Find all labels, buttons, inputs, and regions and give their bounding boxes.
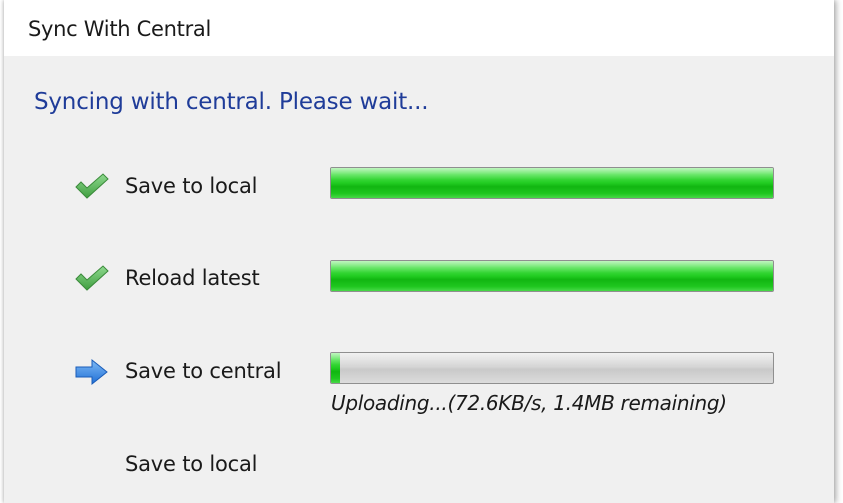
step-label-save-local: Save to local bbox=[125, 174, 258, 198]
progress-fill bbox=[331, 261, 773, 291]
step-label-save-local-pending: Save to local bbox=[125, 452, 258, 476]
upload-status-text: Uploading...(72.6KB/s, 1.4MB remaining) bbox=[331, 391, 727, 415]
check-icon bbox=[75, 265, 109, 291]
progress-fill bbox=[331, 353, 340, 383]
sync-dialog: Sync With Central Syncing with central. … bbox=[4, 0, 834, 503]
window-title: Sync With Central bbox=[28, 17, 212, 41]
step-label-save-central: Save to central bbox=[125, 359, 282, 383]
progress-fill bbox=[331, 168, 773, 198]
status-heading: Syncing with central. Please wait... bbox=[34, 89, 429, 115]
progress-bar-save-local bbox=[330, 167, 774, 199]
title-bar: Sync With Central bbox=[4, 0, 834, 56]
progress-bar-save-central bbox=[330, 352, 774, 384]
progress-bar-reload-latest bbox=[330, 260, 774, 292]
check-icon bbox=[75, 173, 109, 199]
arrow-right-icon bbox=[75, 358, 108, 386]
step-label-reload-latest: Reload latest bbox=[125, 266, 260, 290]
